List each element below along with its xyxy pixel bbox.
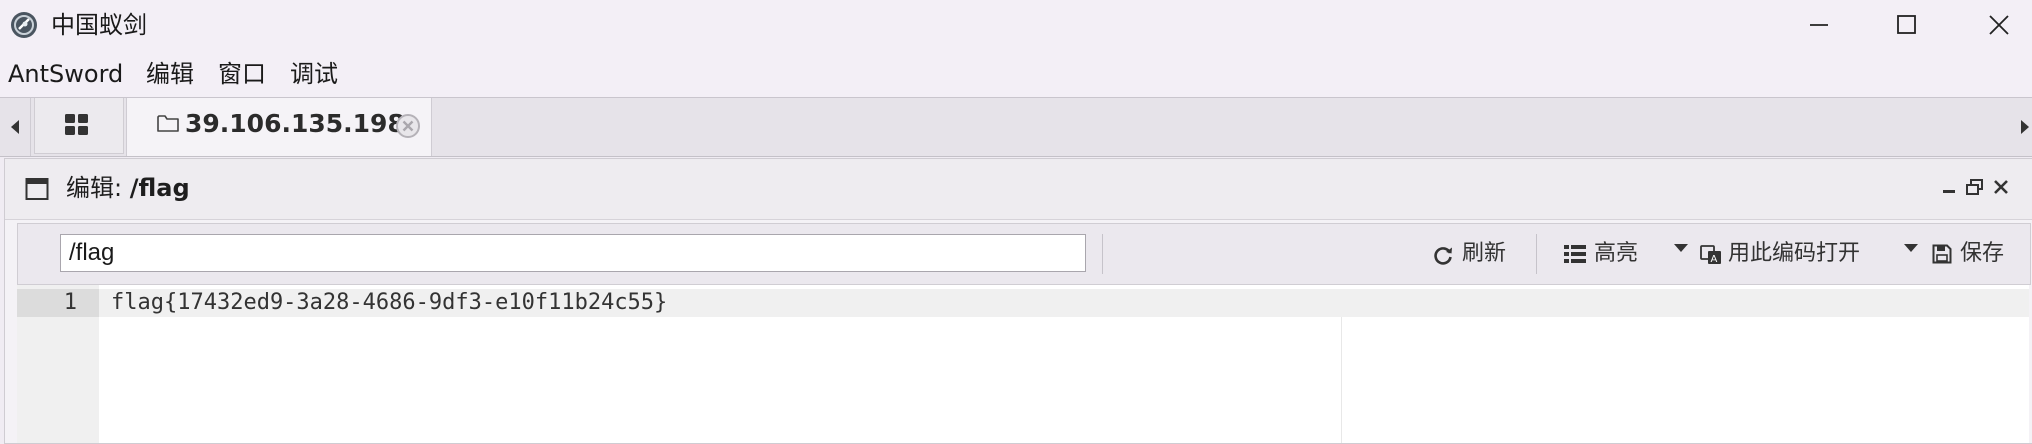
grid-icon <box>65 114 88 135</box>
refresh-icon <box>1434 247 1452 265</box>
close-window-button[interactable] <box>1955 0 2032 50</box>
minimize-button[interactable] <box>1775 0 1865 50</box>
translate-icon: A <box>1700 245 1721 265</box>
code-line[interactable]: flag{17432ed9-3a28-4686-9df3-e10f11b24c5… <box>111 289 667 317</box>
save-label: 保存 <box>1960 241 2005 266</box>
maximize-button[interactable] <box>1863 0 1953 50</box>
editor-window: 编辑: /flag 刷新 高亮 <box>4 158 2032 444</box>
menu-window[interactable]: 窗口 <box>218 60 266 88</box>
highlight-dropdown[interactable]: 高亮 <box>1564 239 1688 269</box>
editor-title-path: /flag <box>129 174 190 202</box>
minimize-icon <box>1810 24 1828 26</box>
line-number: 1 <box>63 290 77 315</box>
chevron-down-icon <box>1904 244 1918 252</box>
tab-shell-host[interactable]: 39.106.135.198 <box>126 98 432 156</box>
save-icon <box>1932 244 1952 264</box>
print-margin <box>1341 317 1342 443</box>
editor-toolbar: 刷新 高亮 A 用此编码打开 <box>17 223 2031 285</box>
list-icon <box>1564 245 1586 263</box>
menu-antsword[interactable]: AntSword <box>8 60 123 88</box>
close-icon <box>1989 15 2009 35</box>
toolbar-separator <box>1536 234 1537 274</box>
tab-bar: 39.106.135.198 <box>0 98 2032 157</box>
encoding-label: 用此编码打开 <box>1728 241 1861 266</box>
svg-text:A: A <box>1711 254 1718 265</box>
refresh-label: 刷新 <box>1462 241 1507 266</box>
editor-window-title: 编辑: /flag <box>66 173 190 203</box>
toolbar-separator <box>1102 234 1103 274</box>
menu-debug[interactable]: 调试 <box>290 60 338 88</box>
maximize-icon <box>1897 15 1916 34</box>
panel-minimize-icon[interactable] <box>1941 179 1957 195</box>
menu-bar: AntSword 编辑 窗口 调试 <box>0 50 2032 98</box>
title-bar: 中国蚁剑 <box>0 0 2032 50</box>
editor-title-prefix: 编辑: <box>66 174 123 202</box>
window-title: 中国蚁剑 <box>51 11 147 39</box>
file-path-input[interactable] <box>60 234 1086 272</box>
highlight-label: 高亮 <box>1594 241 1639 266</box>
caret-right-icon <box>2021 120 2029 134</box>
refresh-button[interactable]: 刷新 <box>1432 239 1522 269</box>
caret-left-icon <box>11 120 19 134</box>
tab-home[interactable] <box>34 98 124 154</box>
menu-edit[interactable]: 编辑 <box>146 60 194 88</box>
save-button[interactable]: 保存 <box>1932 239 2022 269</box>
close-circle-icon[interactable] <box>395 113 421 139</box>
antsword-logo-icon <box>11 12 37 38</box>
editor-window-header: 编辑: /flag <box>5 159 2032 220</box>
tab-scroll-left-button[interactable] <box>0 98 31 156</box>
open-with-encoding-dropdown[interactable]: A 用此编码打开 <box>1700 239 1922 269</box>
window-icon <box>25 178 49 200</box>
folder-icon <box>157 115 179 132</box>
code-editor[interactable]: 1 flag{17432ed9-3a28-4686-9df3-e10f11b24… <box>17 285 2029 443</box>
tab-scroll-right-button[interactable] <box>2012 98 2032 156</box>
panel-restore-icon[interactable] <box>1966 179 1984 195</box>
tab-label: 39.106.135.198 <box>185 109 405 138</box>
chevron-down-icon <box>1674 244 1688 252</box>
panel-close-icon[interactable] <box>1993 179 2009 195</box>
